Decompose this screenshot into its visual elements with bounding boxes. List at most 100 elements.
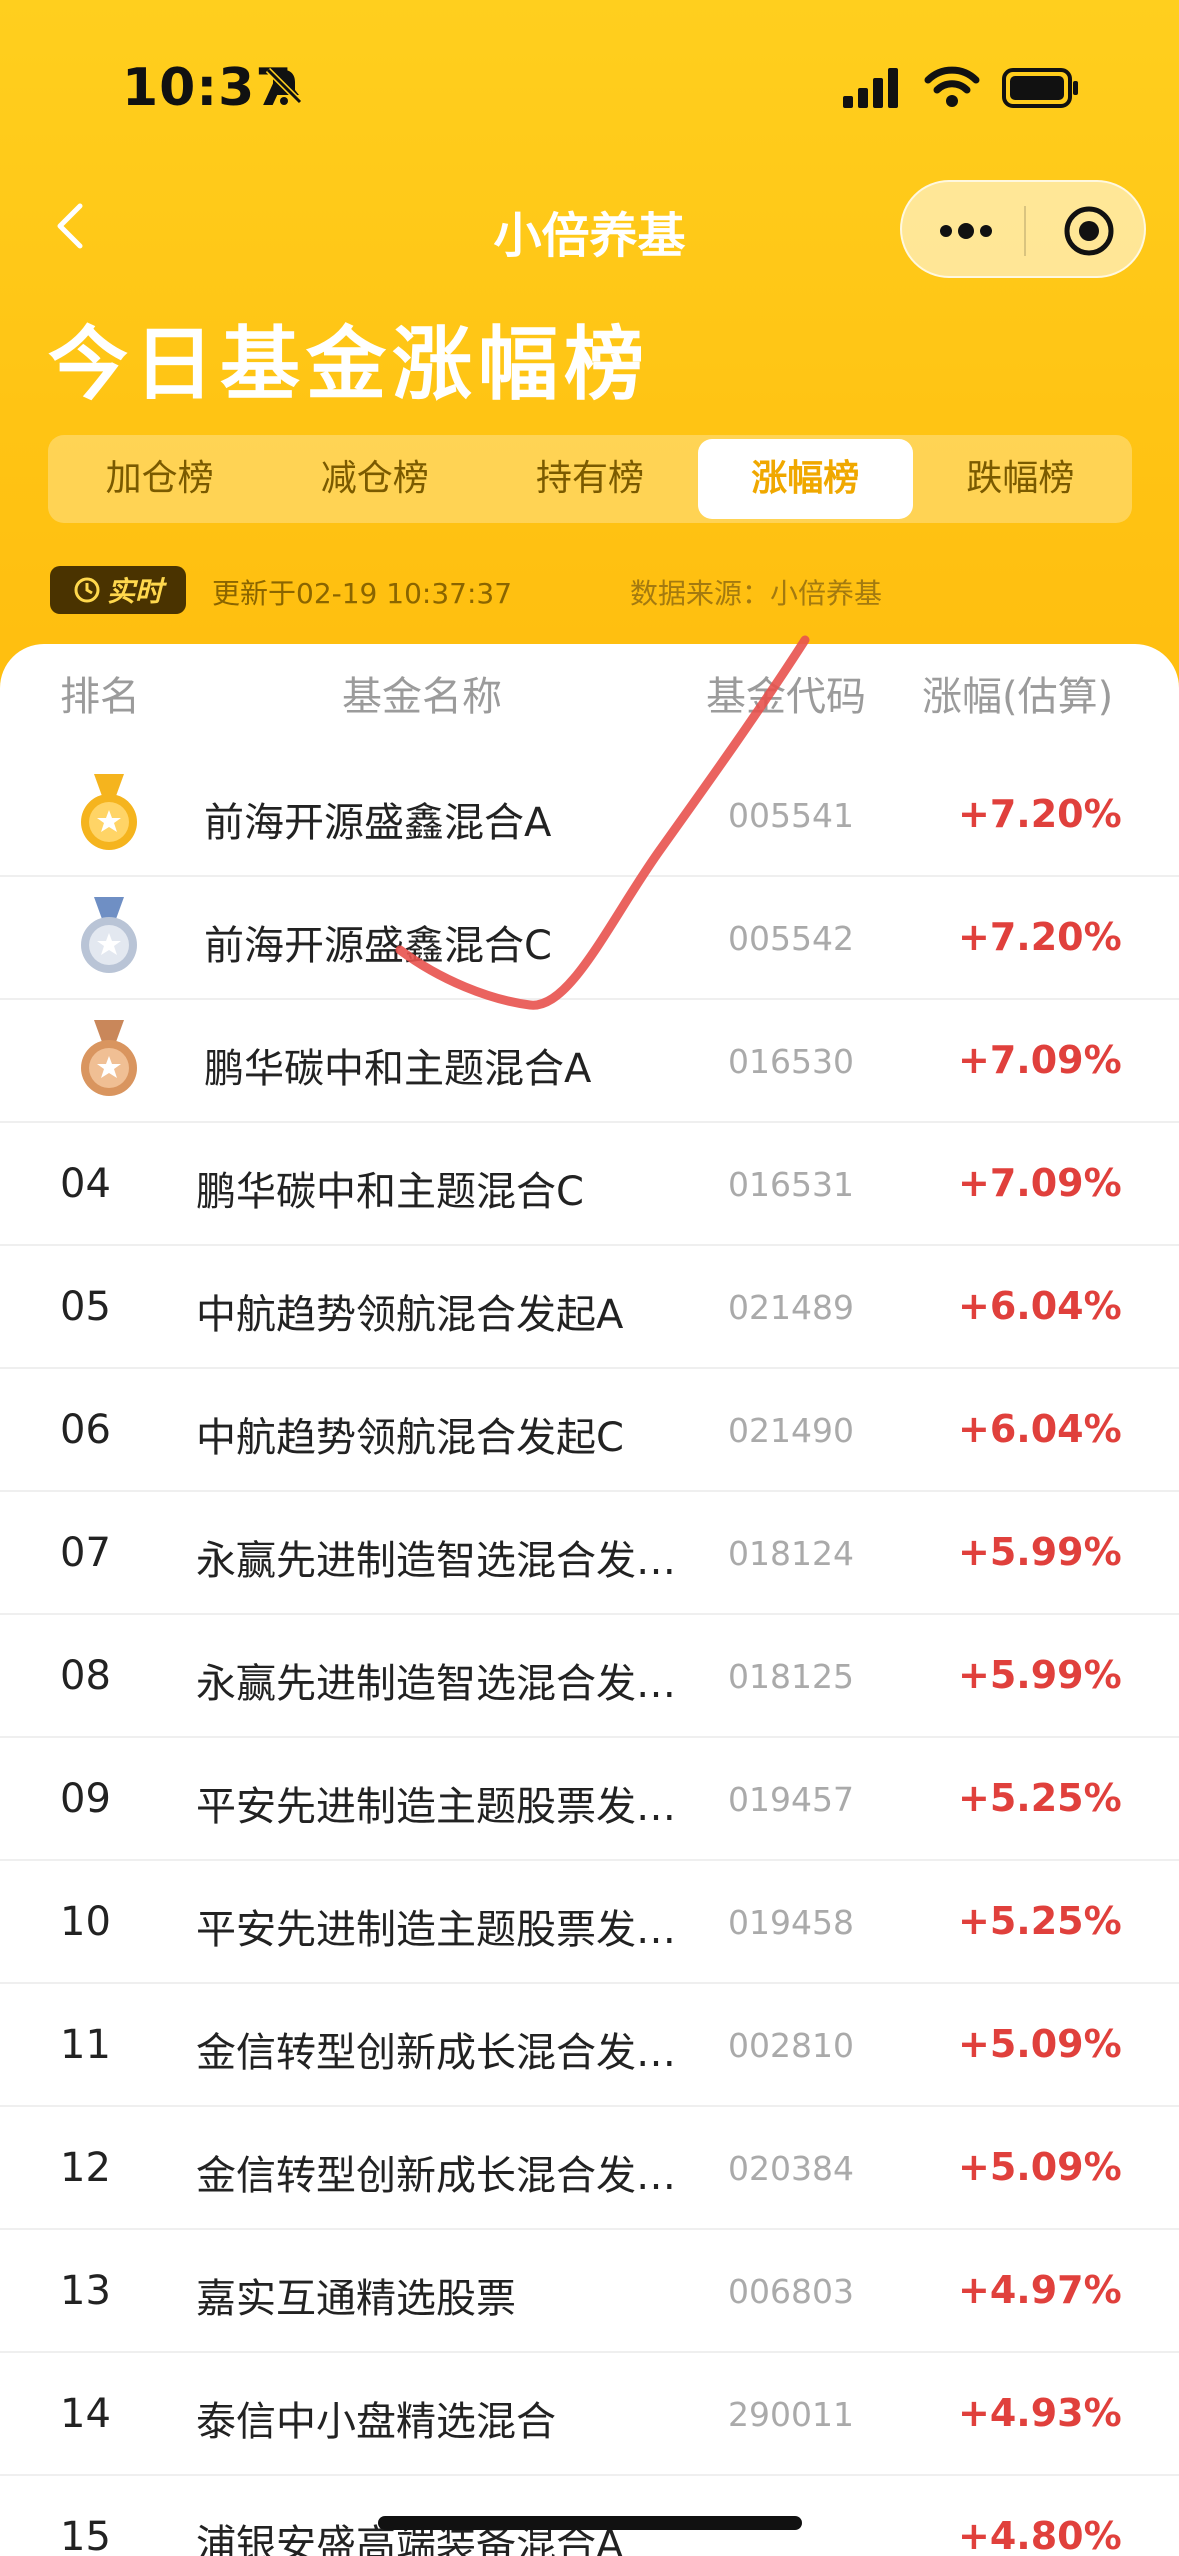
table-row[interactable]: 10 平安先进制造主题股票发… 019458 +5.25% (0, 1861, 1179, 1984)
fund-code: 019458 (728, 1903, 854, 1942)
tab-gainers[interactable]: 涨幅榜 (697, 439, 913, 519)
table-row[interactable]: 14 泰信中小盘精选混合 290011 +4.93% (0, 2353, 1179, 2476)
cellular-signal-icon (843, 68, 898, 108)
header-fund-name: 基金名称 (342, 674, 502, 720)
close-target-icon[interactable] (1062, 204, 1116, 258)
table-row[interactable]: 08 永赢先进制造智选混合发… 018125 +5.99% (0, 1615, 1179, 1738)
page-title: 今日基金涨幅榜 (48, 318, 650, 411)
fund-code: 018125 (728, 1657, 854, 1696)
fund-name: 前海开源盛鑫混合C (204, 923, 552, 969)
fund-name: 中航趋势领航混合发起A (196, 1292, 624, 1338)
fund-code: 005541 (728, 796, 854, 835)
realtime-badge-label: 实时 (106, 575, 163, 608)
fund-name: 平安先进制造主题股票发… (196, 1784, 676, 1830)
ranking-tabs: 加仓榜 减仓榜 持有榜 涨幅榜 跌幅榜 (48, 435, 1132, 523)
silver-medal-icon (81, 897, 137, 973)
status-bar: 10:37 (0, 0, 1179, 150)
fund-code: 006803 (728, 2272, 854, 2311)
app-page: 10:37 小倍养基 今日基金涨幅榜 加仓榜 减仓榜 持有榜 涨幅榜 跌幅榜 实… (0, 0, 1179, 2556)
fund-name: 金信转型创新成长混合发… (196, 2030, 676, 2076)
more-dots-icon[interactable] (938, 216, 994, 246)
fund-rank: 11 (60, 2022, 111, 2068)
fund-change: +7.20% (958, 915, 1122, 959)
fund-name: 泰信中小盘精选混合 (196, 2399, 556, 2445)
fund-rank: 09 (60, 1776, 111, 1822)
fund-name: 永赢先进制造智选混合发… (196, 1538, 676, 1584)
fund-code: 021489 (728, 1288, 854, 1327)
fund-code: 016531 (728, 1165, 854, 1204)
fund-change: +5.25% (958, 1899, 1122, 1943)
header-change: 涨幅(估算) (922, 674, 1114, 720)
fund-change: +7.09% (958, 1038, 1122, 1082)
fund-code: 018124 (728, 1534, 854, 1573)
fund-rank: 06 (60, 1407, 111, 1453)
table-row[interactable]: 鹏华碳中和主题混合A 016530 +7.09% (0, 1000, 1179, 1123)
tab-losers[interactable]: 跌幅榜 (913, 439, 1128, 519)
fund-name: 嘉实互通精选股票 (196, 2276, 516, 2322)
bell-off-icon (265, 67, 303, 105)
header-rank: 排名 (60, 674, 140, 720)
miniprogram-capsule (900, 180, 1146, 278)
fund-code: 290011 (728, 2395, 854, 2434)
fund-change: +5.09% (958, 2022, 1122, 2066)
fund-name: 鹏华碳中和主题混合A (204, 1046, 592, 1092)
fund-change: +5.99% (958, 1530, 1122, 1574)
table-row[interactable]: 前海开源盛鑫混合C 005542 +7.20% (0, 877, 1179, 1000)
fund-code: 005542 (728, 919, 854, 958)
ranking-card: 排名 基金名称 基金代码 涨幅(估算) 前海开源盛鑫混合A 005541 +7.… (0, 644, 1179, 2556)
fund-change: +7.09% (958, 1161, 1122, 1205)
table-row[interactable]: 09 平安先进制造主题股票发… 019457 +5.25% (0, 1738, 1179, 1861)
ranking-list: 前海开源盛鑫混合A 005541 +7.20% 前海开源盛鑫混合C 005542… (0, 754, 1179, 2556)
fund-name: 金信转型创新成长混合发… (196, 2153, 676, 2199)
fund-rank: 04 (60, 1161, 111, 1207)
fund-rank: 13 (60, 2268, 111, 2314)
fund-code: 020384 (728, 2149, 854, 2188)
table-row[interactable]: 06 中航趋势领航混合发起C 021490 +6.04% (0, 1369, 1179, 1492)
fund-change: +4.97% (958, 2268, 1122, 2312)
fund-change: +5.09% (958, 2145, 1122, 2189)
fund-change: +5.25% (958, 1776, 1122, 1820)
fund-change: +6.04% (958, 1284, 1122, 1328)
update-time: 更新于02-19 10:37:37 (212, 577, 513, 610)
fund-rank: 12 (60, 2145, 111, 2191)
fund-rank: 15 (60, 2514, 111, 2556)
capsule-divider (1024, 206, 1026, 256)
home-indicator (378, 2516, 802, 2530)
bronze-medal-icon (81, 1020, 137, 1096)
fund-change: +4.93% (958, 2391, 1122, 2435)
battery-icon (1002, 68, 1078, 108)
fund-name: 前海开源盛鑫混合A (204, 800, 552, 846)
table-header: 排名 基金名称 基金代码 涨幅(估算) (0, 644, 1179, 744)
data-source: 数据来源：小倍养基 (630, 577, 883, 610)
fund-code: 002810 (728, 2026, 854, 2065)
tab-reduce-position[interactable]: 减仓榜 (267, 439, 482, 519)
tab-holding[interactable]: 持有榜 (482, 439, 697, 519)
fund-rank: 07 (60, 1530, 111, 1576)
table-row[interactable]: 05 中航趋势领航混合发起A 021489 +6.04% (0, 1246, 1179, 1369)
fund-code: 019457 (728, 1780, 854, 1819)
realtime-badge: 实时 (50, 566, 186, 614)
fund-rank: 05 (60, 1284, 111, 1330)
gold-medal-icon (81, 774, 137, 850)
fund-change: +4.80% (958, 2514, 1122, 2556)
fund-change: +6.04% (958, 1407, 1122, 1451)
fund-code: 021490 (728, 1411, 854, 1450)
wifi-icon (924, 66, 980, 107)
table-row[interactable]: 13 嘉实互通精选股票 006803 +4.97% (0, 2230, 1179, 2353)
fund-rank: 08 (60, 1653, 111, 1699)
fund-name: 永赢先进制造智选混合发… (196, 1661, 676, 1707)
tab-add-position[interactable]: 加仓榜 (52, 439, 267, 519)
clock-icon (74, 577, 100, 603)
table-row[interactable]: 07 永赢先进制造智选混合发… 018124 +5.99% (0, 1492, 1179, 1615)
fund-name: 鹏华碳中和主题混合C (196, 1169, 584, 1215)
table-row[interactable]: 12 金信转型创新成长混合发… 020384 +5.09% (0, 2107, 1179, 2230)
fund-code: 016530 (728, 1042, 854, 1081)
fund-name: 中航趋势领航混合发起C (196, 1415, 624, 1461)
table-row[interactable]: 04 鹏华碳中和主题混合C 016531 +7.09% (0, 1123, 1179, 1246)
table-row[interactable]: 11 金信转型创新成长混合发… 002810 +5.09% (0, 1984, 1179, 2107)
fund-change: +5.99% (958, 1653, 1122, 1697)
table-row[interactable]: 前海开源盛鑫混合A 005541 +7.20% (0, 754, 1179, 877)
fund-name: 平安先进制造主题股票发… (196, 1907, 676, 1953)
fund-rank: 10 (60, 1899, 111, 1945)
header-fund-code: 基金代码 (706, 674, 866, 720)
